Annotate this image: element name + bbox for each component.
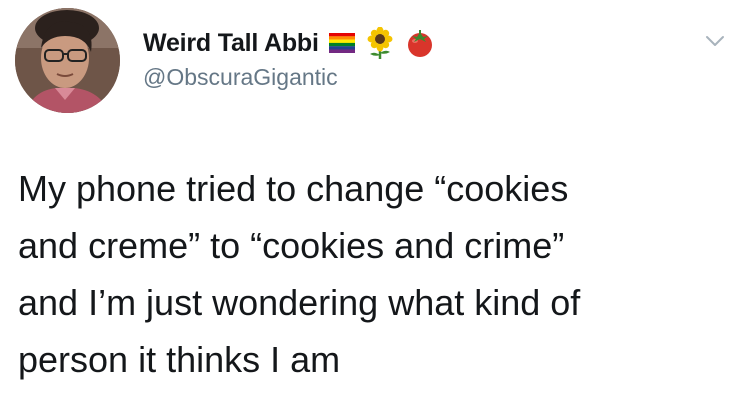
- display-name[interactable]: Weird Tall Abbi: [143, 29, 319, 58]
- rainbow-flag-icon: [328, 33, 355, 53]
- tweet-card: Weird Tall Abbi @ObscuraGigantic My phon…: [0, 0, 750, 408]
- avatar[interactable]: [15, 8, 120, 113]
- sunflower-icon: [365, 27, 395, 59]
- tweet-text-line: person it thinks I am: [18, 339, 341, 380]
- display-name-row[interactable]: Weird Tall Abbi: [143, 26, 435, 60]
- chevron-down-icon[interactable]: [704, 30, 726, 52]
- tweet-text-line: My phone tried to change “cookies: [18, 168, 569, 209]
- handle[interactable]: @ObscuraGigantic: [143, 64, 338, 91]
- tweet-text-line: and I’m just wondering what kind of: [18, 282, 581, 323]
- tomato-icon: [405, 28, 435, 58]
- tweet-text: My phone tried to change “cookies and cr…: [18, 160, 733, 388]
- tweet-text-line: and creme” to “cookies and crime”: [18, 225, 565, 266]
